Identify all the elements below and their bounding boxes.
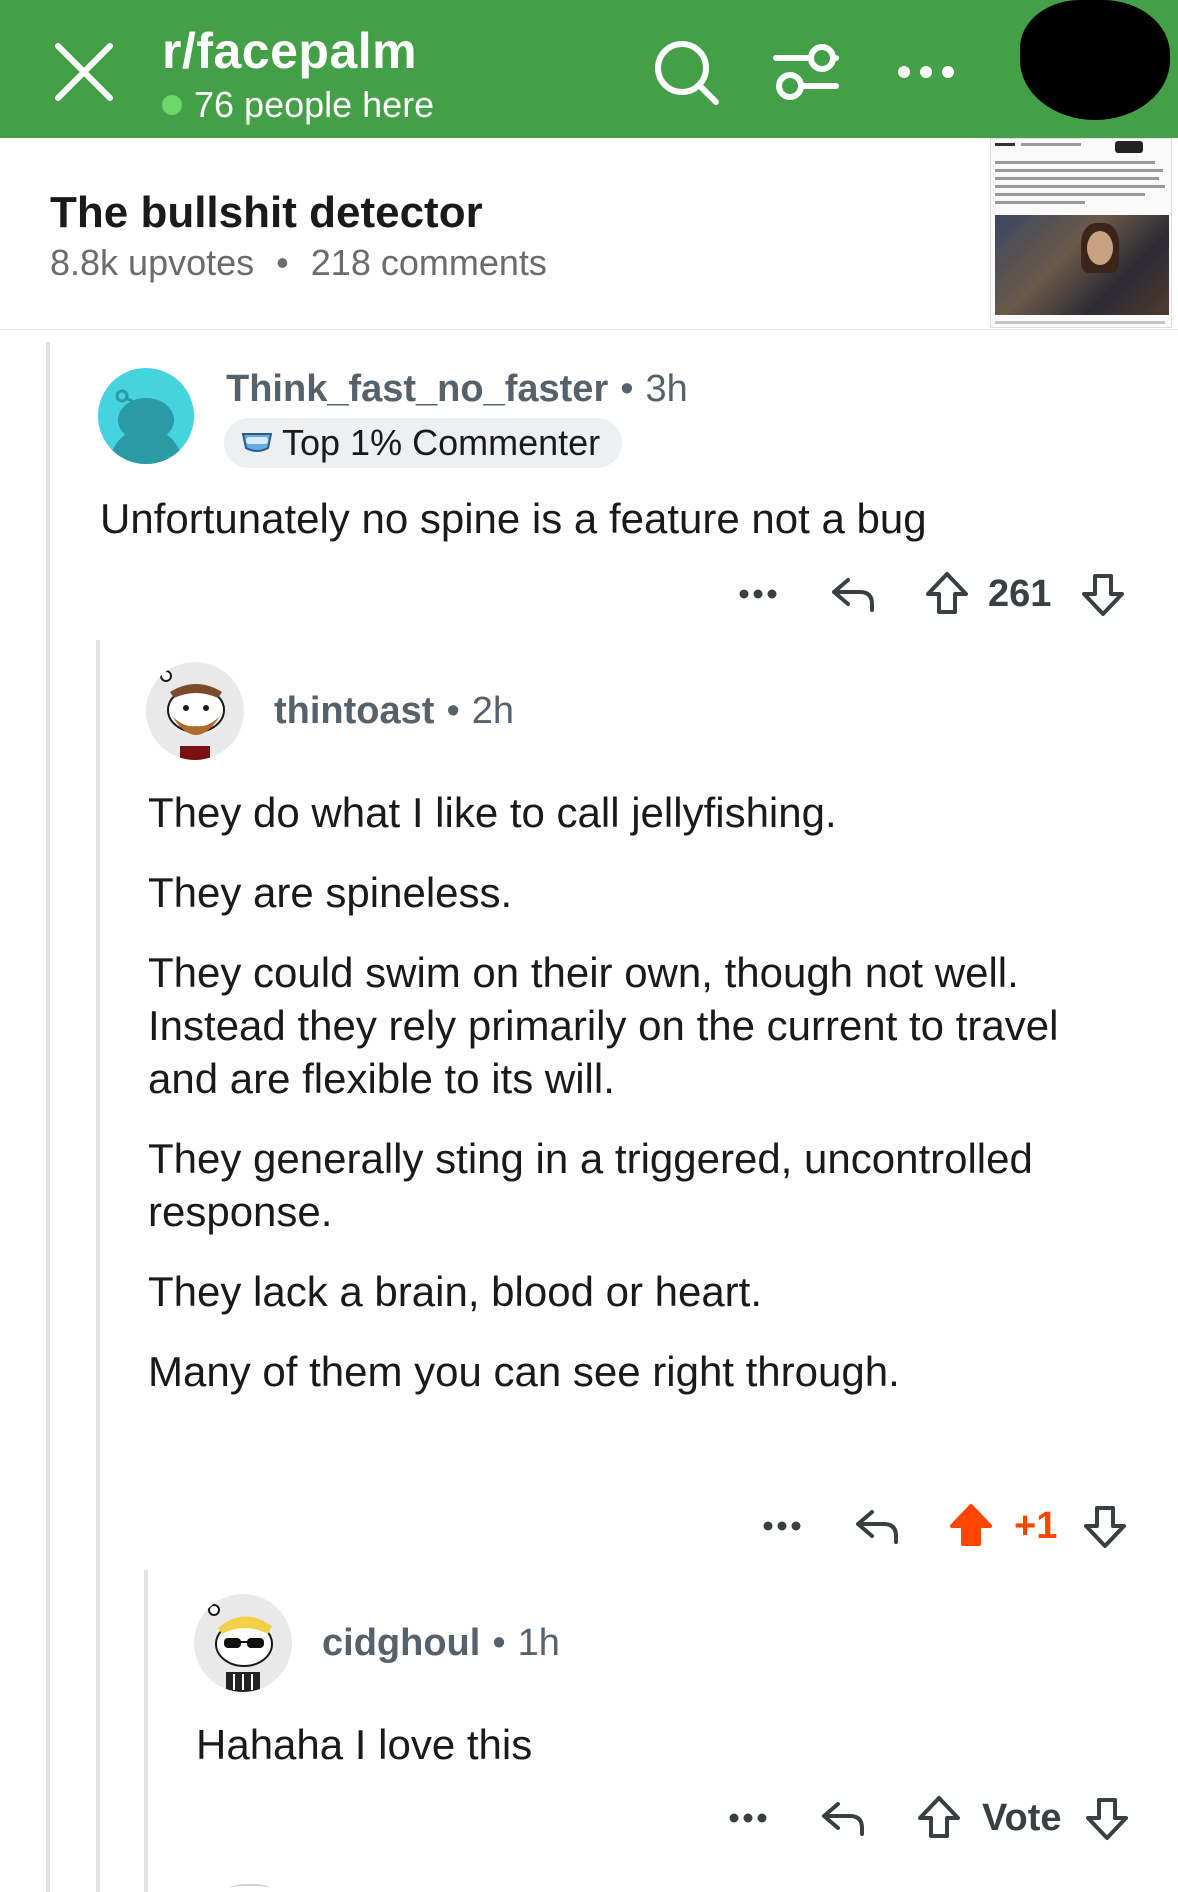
comment-paragraph: They generally sting in a triggered, unc… [148,1135,1033,1235]
online-count-label: 76 people here [194,84,435,125]
user-avatar[interactable] [1020,0,1170,120]
close-icon[interactable] [48,36,120,108]
comment-actions: 261 [730,564,1130,624]
thread-line-level-3[interactable] [144,1570,148,1892]
search-icon[interactable] [650,36,722,108]
filter-icon[interactable] [770,36,842,108]
more-icon[interactable] [890,36,962,108]
online-dot-icon [162,95,182,115]
author-name[interactable]: Think_fast_no_faster [226,368,608,410]
comment-paragraph: Many of them you can see right through. [148,1348,900,1395]
comment-paragraph: Unfortunately no spine is a feature not … [100,495,927,542]
reply-icon[interactable] [852,1496,902,1556]
comment-paragraph: Hahaha I love this [196,1721,533,1768]
comment-author[interactable]: cidghoul • 1h [322,1622,560,1665]
more-options-icon[interactable] [726,1788,770,1848]
comment-actions: Vote [722,1788,1142,1848]
comment-author[interactable]: thintoast • 2h [274,690,514,733]
downvote-icon[interactable] [1080,1496,1130,1556]
comment-paragraph: They are spineless. [148,869,513,916]
flair-label: Top 1% Commenter [282,422,601,463]
vote-label: Vote [982,1796,1062,1839]
upvote-active-icon[interactable] [946,1496,996,1556]
thread-line-level-1[interactable] [46,342,50,1892]
upvote-icon[interactable] [914,1788,964,1848]
comment-paragraph: They do what I like to call jellyfishing… [148,789,837,836]
downvote-icon[interactable] [1078,564,1128,624]
more-options-icon[interactable] [736,564,780,624]
subreddit-header: r/facepalm 76 people here [0,0,1178,138]
meta-separator: • [492,1622,506,1664]
downvote-icon[interactable] [1082,1788,1132,1848]
meta-separator: • [276,242,289,283]
reply-icon[interactable] [818,1788,868,1848]
snoo-avatar-icon [110,389,182,464]
upvote-icon[interactable] [922,564,972,624]
comment-paragraph: They lack a brain, blood or heart. [148,1268,763,1315]
comment-time: 1h [517,1622,560,1664]
reply-icon[interactable] [828,564,878,624]
comment-body: Unfortunately no spine is a feature not … [100,492,1140,572]
snoo-avatar-icon [160,670,225,760]
comment-body: Hahaha I love this [196,1718,1136,1798]
user-flair: Top 1% Commenter [224,418,623,468]
vote-count: 261 [988,572,1052,615]
upvote-count: 8.8k upvotes [50,242,255,283]
subreddit-name[interactable]: r/facepalm [162,22,417,80]
more-options-icon[interactable] [760,1496,804,1556]
meta-separator: • [620,368,634,410]
comment-paragraph: They could swim on their own, though not… [148,949,1059,1102]
comment-actions: +1 [754,1496,1154,1556]
comment-author[interactable]: Think_fast_no_faster • 3h [226,368,688,411]
author-name[interactable]: cidghoul [322,1622,480,1664]
meta-separator: • [446,690,460,732]
post-summary[interactable]: The bullshit detector 8.8k upvotes • 218… [0,138,1178,330]
vote-count: +1 [1014,1504,1058,1547]
comment-count: 218 comments [310,242,547,283]
avatar[interactable] [98,368,194,464]
thread-line-level-2[interactable] [96,640,100,1892]
author-name[interactable]: thintoast [274,690,434,732]
goggles-icon [241,433,273,452]
post-meta: 8.8k upvotes • 218 comments [50,242,547,284]
comment-body: They do what I like to call jellyfishing… [148,786,1138,1425]
avatar[interactable] [194,1594,292,1692]
comment-time: 3h [645,368,688,410]
next-comment-avatar-peek [230,1884,270,1892]
comment-time: 2h [471,690,515,732]
post-title[interactable]: The bullshit detector [50,188,483,238]
post-thumbnail[interactable] [990,138,1172,328]
snoo-avatar-icon [208,1604,273,1692]
avatar[interactable] [146,662,244,760]
online-count: 76 people here [162,84,434,126]
